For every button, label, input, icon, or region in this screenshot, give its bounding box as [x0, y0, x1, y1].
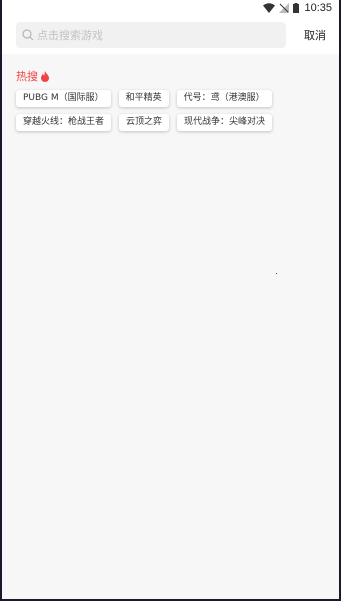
- hot-search-label: 热搜: [16, 70, 38, 83]
- stray-dot: [276, 273, 277, 274]
- hot-tag-codename-yuan[interactable]: 代号：鸢（港澳服）: [176, 90, 272, 107]
- battery-icon: [293, 3, 300, 13]
- fire-icon: [40, 70, 50, 82]
- screen: 10:35 取消 热搜 PUBG M（国际服） 和平精英 代号：鸢（港澳服） 穿…: [0, 0, 341, 601]
- cancel-button[interactable]: 取消: [304, 27, 326, 43]
- status-time: 10:35: [304, 2, 332, 14]
- search-box[interactable]: [16, 22, 286, 48]
- hot-search-title: 热搜: [16, 68, 325, 84]
- hot-tag-pubg-m[interactable]: PUBG M（国际服）: [16, 90, 111, 107]
- hot-tags-row-1: PUBG M（国际服） 和平精英 代号：鸢（港澳服）: [16, 90, 325, 107]
- wifi-icon: [263, 3, 276, 13]
- search-icon: [22, 29, 34, 41]
- hot-tag-peace-elite[interactable]: 和平精英: [118, 90, 169, 107]
- hot-tags-row-2: 穿越火线：枪战王者 云顶之弈 现代战争：尖峰对决: [16, 114, 325, 131]
- hot-tag-crossfire[interactable]: 穿越火线：枪战王者: [16, 114, 112, 131]
- hot-tag-tft[interactable]: 云顶之弈: [119, 114, 170, 131]
- search-header: 取消: [2, 16, 339, 54]
- hot-search-section: 热搜 PUBG M（国际服） 和平精英 代号：鸢（港澳服） 穿越火线：枪战王者 …: [2, 54, 339, 131]
- hot-tag-modern-war[interactable]: 现代战争：尖峰对决: [177, 114, 273, 131]
- no-signal-icon: [279, 3, 290, 13]
- search-input[interactable]: [37, 28, 286, 42]
- status-bar: 10:35: [2, 0, 339, 16]
